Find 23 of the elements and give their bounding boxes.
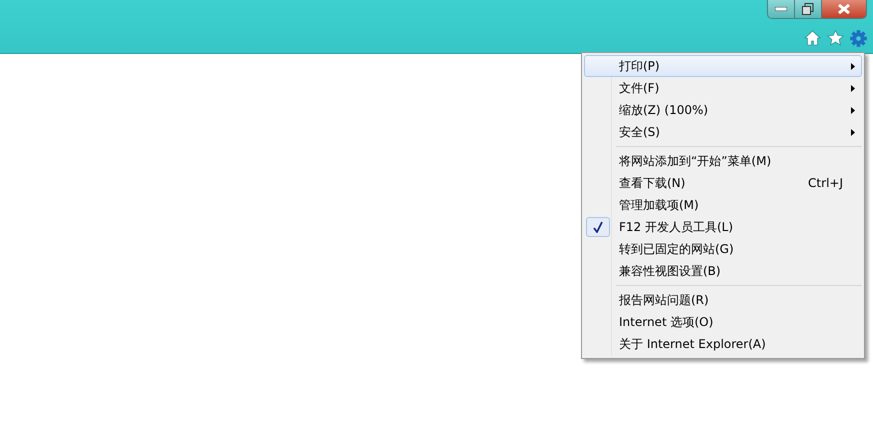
close-button[interactable] xyxy=(822,0,866,18)
restore-icon xyxy=(802,3,814,15)
menu-item[interactable]: 打印(P) xyxy=(584,55,862,77)
home-icon[interactable] xyxy=(804,30,821,46)
restore-button[interactable] xyxy=(795,0,822,18)
menu-item[interactable]: 安全(S) xyxy=(584,121,862,143)
menu-item[interactable]: 转到已固定的网站(G) xyxy=(584,238,862,260)
menu-item[interactable]: 关于 Internet Explorer(A) xyxy=(584,333,862,355)
checkmark-icon xyxy=(593,221,603,233)
menu-item[interactable]: 报告网站问题(R) xyxy=(584,289,862,311)
menu-item[interactable]: 查看下载(N) Ctrl+J xyxy=(584,172,862,194)
settings-icon[interactable] xyxy=(850,30,867,47)
close-icon xyxy=(838,4,850,14)
menu-item[interactable]: 将网站添加到“开始”菜单(M) xyxy=(584,150,862,172)
minimize-button[interactable] xyxy=(768,0,795,18)
menu-item[interactable]: 兼容性视图设置(B) xyxy=(584,260,862,282)
star-icon[interactable] xyxy=(827,30,844,46)
menu-item[interactable]: 管理加载项(M) xyxy=(584,194,862,216)
menu-item[interactable]: 缩放(Z) (100%) xyxy=(584,99,862,121)
minimize-icon xyxy=(775,7,787,11)
menu-item[interactable]: Internet 选项(O) xyxy=(584,311,862,333)
menu-item[interactable]: F12 开发人员工具(L) xyxy=(584,216,862,238)
menu-item[interactable]: 文件(F) xyxy=(584,77,862,99)
